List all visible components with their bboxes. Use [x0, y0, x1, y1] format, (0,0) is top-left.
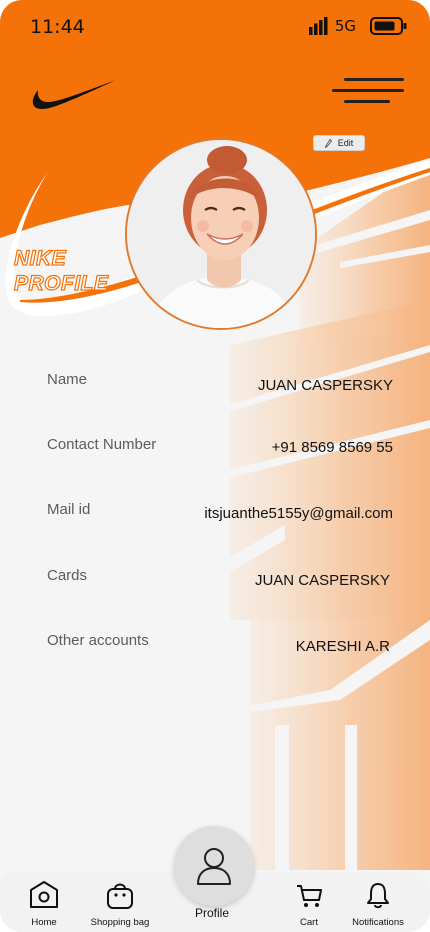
battery-icon: [370, 17, 407, 35]
nike-swoosh-logo[interactable]: [28, 76, 118, 112]
nav-home-label: Home: [31, 917, 57, 928]
home-icon: [30, 881, 58, 908]
nav-cart[interactable]: Cart: [290, 880, 328, 928]
other-accounts-value: KARESHI A.R: [295, 638, 390, 655]
nav-shopping-bag[interactable]: Shopping bag: [88, 880, 152, 928]
page-title-line2: PROFILE: [13, 271, 109, 295]
nav-shopping-bag-label: Shopping bag: [90, 917, 150, 928]
pencil-icon: [324, 138, 332, 148]
avatar[interactable]: [125, 138, 317, 330]
mail-id-label: Mail id: [47, 501, 91, 518]
status-time: 11:44: [30, 16, 85, 38]
network-label: 5G: [334, 17, 356, 35]
nav-cart-label: Cart: [300, 917, 318, 928]
avatar-photo: [127, 140, 315, 328]
cart-icon: [297, 885, 322, 907]
nav-notifications-label: Notifications: [352, 917, 404, 928]
bell-icon: [367, 883, 389, 909]
nav-home[interactable]: Home: [26, 880, 62, 928]
name-value: JUAN CASPERSKY: [257, 377, 393, 394]
other-accounts-label: Other accounts: [47, 632, 149, 649]
nav-profile-button[interactable]: [174, 826, 254, 906]
signal-icon: [308, 17, 328, 35]
cards-value: JUAN CASPERSKY: [254, 572, 390, 589]
status-bar: 11:44 5G: [0, 0, 430, 54]
status-icons: 5G: [308, 16, 408, 36]
user-icon: [197, 848, 231, 885]
mail-id-value: itsjuanthe5155y@gmail.com: [204, 505, 393, 522]
edit-button[interactable]: Edit: [313, 135, 365, 151]
profile-screen: 11:44 5G Edit NIKE PROFILE Name JUAN CAS…: [0, 0, 430, 932]
contact-number-value: +91 8569 8569 55: [271, 439, 393, 456]
cards-label: Cards: [47, 567, 88, 584]
page-title-line1: NIKE: [13, 246, 67, 270]
page-title: NIKE PROFILE: [13, 246, 109, 296]
nav-profile-label: Profile: [194, 906, 229, 920]
shopping-bag-icon: [107, 883, 133, 909]
nav-notifications[interactable]: Notifications: [348, 880, 408, 928]
contact-number-label: Contact Number: [47, 436, 157, 453]
edit-button-label: Edit: [337, 138, 354, 148]
name-label: Name: [47, 371, 88, 388]
hamburger-menu-icon[interactable]: [330, 76, 406, 108]
